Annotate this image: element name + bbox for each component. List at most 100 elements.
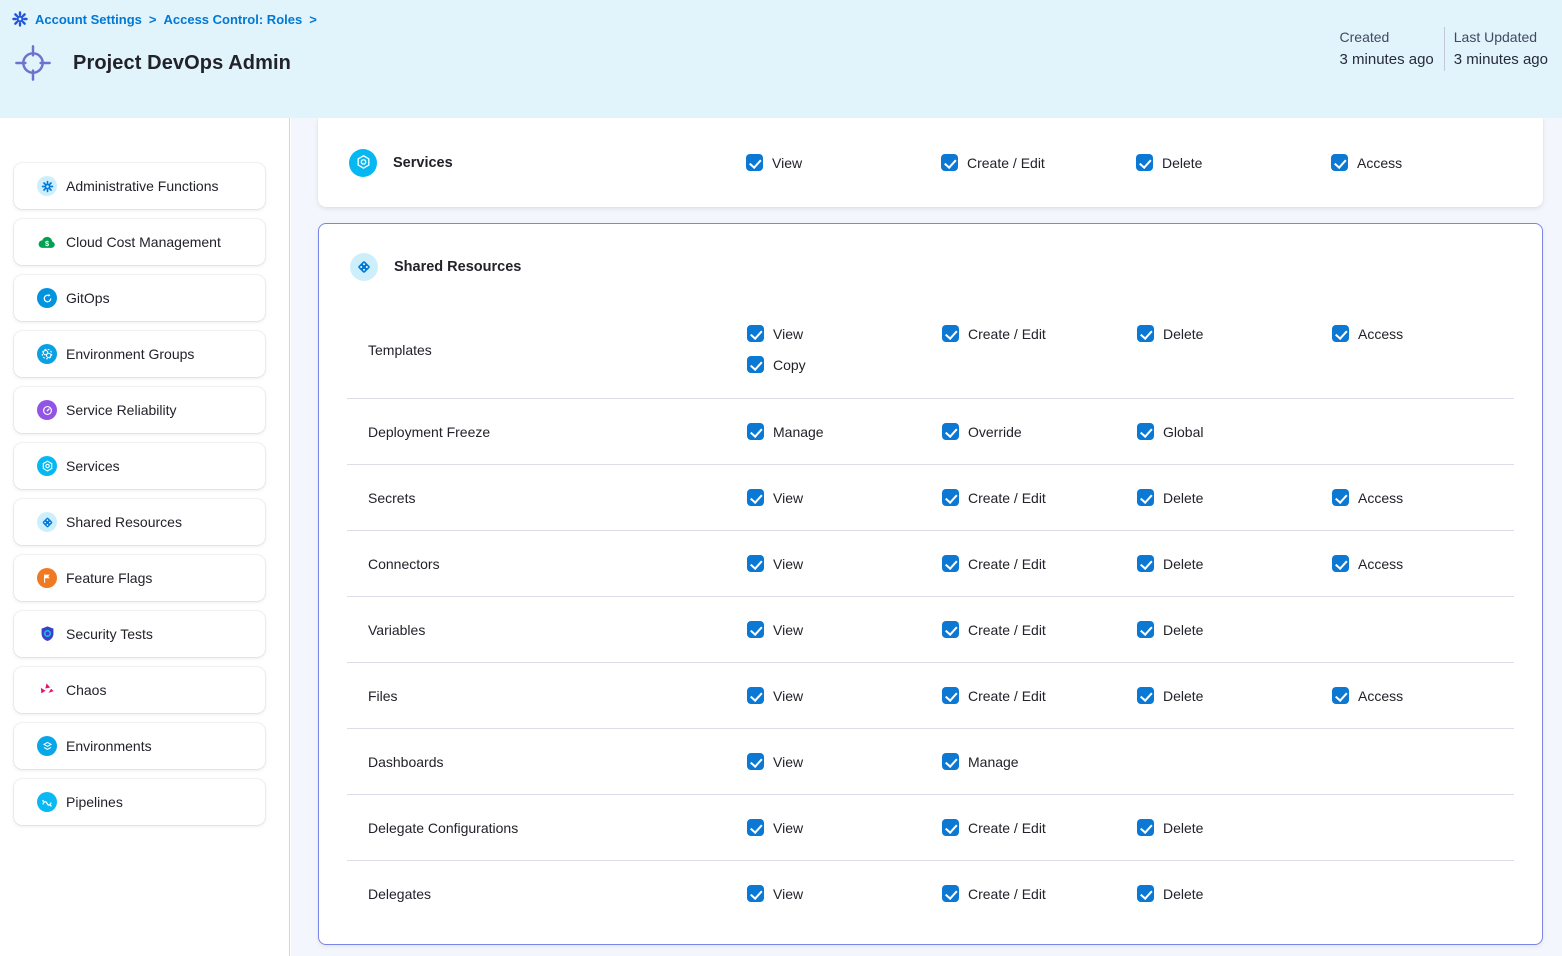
permission-create-edit[interactable]: Create / Edit	[942, 621, 1046, 638]
sidebar-item-service-reliability[interactable]: Service Reliability	[14, 387, 265, 433]
sidebar-item-pipelines[interactable]: Pipelines	[14, 779, 265, 825]
permission-view[interactable]: View	[747, 621, 803, 638]
permission-label: View	[773, 820, 803, 836]
checkbox-view-checked[interactable]	[747, 555, 764, 572]
breadcrumb-access-control-roles[interactable]: Access Control: Roles	[164, 12, 303, 27]
checkbox-delete-checked[interactable]	[1137, 555, 1154, 572]
sidebar-item-environments[interactable]: Environments	[14, 723, 265, 769]
checkbox-access-checked[interactable]	[1331, 154, 1348, 171]
permission-label: View	[773, 754, 803, 770]
permission-create-edit[interactable]: Create / Edit	[941, 154, 1045, 171]
permission-view[interactable]: View	[747, 885, 803, 902]
permission-create-edit[interactable]: Create / Edit	[942, 325, 1046, 342]
permission-delete[interactable]: Delete	[1137, 489, 1203, 506]
sidebar-item-security-tests[interactable]: Security Tests	[14, 611, 265, 657]
checkbox-view-checked[interactable]	[746, 154, 763, 171]
checkbox-view-checked[interactable]	[747, 753, 764, 770]
checkbox-create-edit-checked[interactable]	[942, 885, 959, 902]
permission-view[interactable]: View	[747, 325, 803, 342]
last-updated-value: 3 minutes ago	[1454, 49, 1548, 71]
permission-delete[interactable]: Delete	[1137, 819, 1203, 836]
sidebar-item-environment-groups[interactable]: Environment Groups	[14, 331, 265, 377]
checkbox-access-checked[interactable]	[1332, 489, 1349, 506]
sidebar-item-feature-flags[interactable]: Feature Flags	[14, 555, 265, 601]
permission-label: Create / Edit	[968, 326, 1046, 342]
permission-create-edit[interactable]: Create / Edit	[942, 885, 1046, 902]
permission-view[interactable]: View	[747, 753, 803, 770]
permission-manage[interactable]: Manage	[747, 423, 824, 440]
permission-view[interactable]: View	[747, 489, 803, 506]
checkbox-global-checked[interactable]	[1137, 423, 1154, 440]
permission-create-edit[interactable]: Create / Edit	[942, 489, 1046, 506]
checkbox-create-edit-checked[interactable]	[942, 819, 959, 836]
checkbox-copy-checked[interactable]	[747, 356, 764, 373]
sidebar-item-shared-resources[interactable]: Shared Resources	[14, 499, 265, 545]
sidebar-item-gitops[interactable]: GitOps	[14, 275, 265, 321]
permission-view[interactable]: View	[747, 819, 803, 836]
permission-delete[interactable]: Delete	[1136, 154, 1202, 171]
permission-delete[interactable]: Delete	[1137, 555, 1203, 572]
checkbox-create-edit-checked[interactable]	[941, 154, 958, 171]
checkbox-view-checked[interactable]	[747, 489, 764, 506]
checkbox-override-checked[interactable]	[942, 423, 959, 440]
sidebar-item-administrative-functions[interactable]: Administrative Functions	[14, 163, 265, 209]
permission-delete[interactable]: Delete	[1137, 687, 1203, 704]
permission-label: Delete	[1163, 326, 1203, 342]
checkbox-create-edit-checked[interactable]	[942, 555, 959, 572]
permission-access[interactable]: Access	[1332, 555, 1403, 572]
checkbox-create-edit-checked[interactable]	[942, 489, 959, 506]
checkbox-view-checked[interactable]	[747, 885, 764, 902]
permission-delete[interactable]: Delete	[1137, 621, 1203, 638]
permission-delete[interactable]: Delete	[1137, 325, 1203, 342]
sidebar-item-chaos[interactable]: Chaos	[14, 667, 265, 713]
checkbox-delete-checked[interactable]	[1137, 621, 1154, 638]
permission-cell: Create / Edit	[942, 597, 1137, 662]
checkbox-view-checked[interactable]	[747, 325, 764, 342]
permission-manage[interactable]: Manage	[942, 753, 1019, 770]
permission-override[interactable]: Override	[942, 423, 1022, 440]
permission-access[interactable]: Access	[1332, 489, 1403, 506]
services-card: Services ViewCreate / EditDeleteAccess	[318, 118, 1543, 207]
permission-view[interactable]: View	[746, 154, 802, 171]
checkbox-create-edit-checked[interactable]	[942, 621, 959, 638]
permission-delete[interactable]: Delete	[1137, 885, 1203, 902]
checkbox-access-checked[interactable]	[1332, 687, 1349, 704]
checkbox-create-edit-checked[interactable]	[942, 325, 959, 342]
checkbox-delete-checked[interactable]	[1137, 819, 1154, 836]
sidebar-item-label: Security Tests	[66, 626, 153, 642]
checkbox-view-checked[interactable]	[747, 819, 764, 836]
permission-create-edit[interactable]: Create / Edit	[942, 555, 1046, 572]
permission-cell: Create / Edit	[942, 531, 1137, 596]
checkbox-delete-checked[interactable]	[1136, 154, 1153, 171]
permission-label: Create / Edit	[967, 155, 1045, 171]
gitops-icon	[37, 288, 57, 308]
checkbox-manage-checked[interactable]	[747, 423, 764, 440]
checkbox-view-checked[interactable]	[747, 687, 764, 704]
checkbox-access-checked[interactable]	[1332, 325, 1349, 342]
services-permission-cell: Delete	[1136, 154, 1331, 171]
permission-label: Global	[1163, 424, 1203, 440]
permission-access[interactable]: Access	[1332, 325, 1403, 342]
sidebar-item-cloud-cost-management[interactable]: $Cloud Cost Management	[14, 219, 265, 265]
checkbox-create-edit-checked[interactable]	[942, 687, 959, 704]
permission-label: Delete	[1162, 155, 1202, 171]
checkbox-delete-checked[interactable]	[1137, 687, 1154, 704]
permission-access[interactable]: Access	[1331, 154, 1402, 171]
breadcrumb-account-settings[interactable]: Account Settings	[35, 12, 142, 27]
checkbox-delete-checked[interactable]	[1137, 325, 1154, 342]
permission-access[interactable]: Access	[1332, 687, 1403, 704]
permission-create-edit[interactable]: Create / Edit	[942, 687, 1046, 704]
checkbox-view-checked[interactable]	[747, 621, 764, 638]
checkbox-delete-checked[interactable]	[1137, 489, 1154, 506]
sidebar-item-services[interactable]: Services	[14, 443, 265, 489]
permission-create-edit[interactable]: Create / Edit	[942, 819, 1046, 836]
permission-copy[interactable]: Copy	[747, 356, 806, 373]
checkbox-manage-checked[interactable]	[942, 753, 959, 770]
permission-global[interactable]: Global	[1137, 423, 1203, 440]
checkbox-access-checked[interactable]	[1332, 555, 1349, 572]
permission-view[interactable]: View	[747, 555, 803, 572]
permission-label: Create / Edit	[968, 622, 1046, 638]
permission-view[interactable]: View	[747, 687, 803, 704]
checkbox-delete-checked[interactable]	[1137, 885, 1154, 902]
permission-row-dashboards: DashboardsViewManage	[319, 729, 1542, 794]
